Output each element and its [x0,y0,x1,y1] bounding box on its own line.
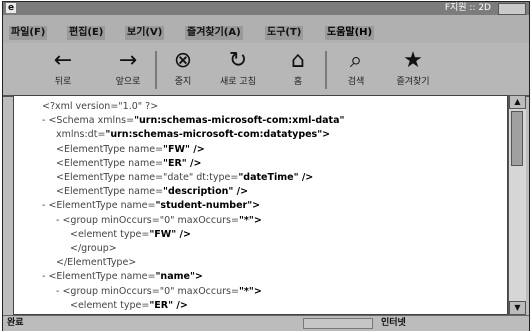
menu-tools[interactable]: 도구(T) [265,26,304,40]
menu-favorites[interactable]: 즐겨찾기(A) [185,26,243,40]
stop-button[interactable]: ⊗ 중지 [163,48,203,92]
app-icon: e [6,3,16,13]
xml-line-value: "FW" /> [163,143,205,155]
scroll-up-icon[interactable]: ▲ [509,95,526,109]
xml-line-text: <element type= [70,299,150,311]
xml-line-text: </group> [70,243,117,254]
stop-icon: ⊗ [173,48,193,73]
xml-line-value: "urn:schemas-microsoft-com:datatypes"> [105,129,331,141]
refresh-label: 새로 고침 [220,77,256,87]
home-icon: ⌂ [291,48,305,73]
forward-arrow-icon: → [118,48,138,73]
xml-line-value: "name"> [155,271,203,283]
favorites-button[interactable]: ★ 즐겨찾기 [393,48,433,92]
xml-line-value: "urn:schemas-microsoft-com:xml-data" [134,115,345,127]
xml-line-value: "dateTime" /> [238,172,314,183]
xml-line-text: xmlns:dt= [56,129,106,141]
toolbar: ← 뒤로 → 앞으로 ⊗ 중지 ↻ 새로 고침 ⌂ 홈 ⌕ 검색 ★ 즐겨찾기 [3,43,529,97]
vertical-scrollbar[interactable]: ▲ ▼ [508,95,526,315]
xml-line-text: <ElementType name= [56,186,164,198]
xml-line-value: "description" /> [163,186,249,198]
xml-line-text: <ElementType name= [56,143,164,155]
xml-line-text: </ElementType> [56,257,137,269]
home-label: 홈 [293,77,303,87]
xml-line: <?xml version="1.0" ?> [42,100,158,114]
xml-line-text: - <ElementType name= [42,271,156,283]
window-controls[interactable] [498,3,526,15]
xml-line: - <ElementType name="student-number"> [42,199,260,213]
xml-line-text: - <ElementType name= [42,200,156,212]
toolbar-separator [325,51,327,89]
search-icon: ⌕ [349,48,363,73]
xml-line-text: <ElementType name="date" dt:type= [56,172,239,183]
menu-file[interactable]: 파일(F) [9,26,48,40]
xml-line-value: "*"> [238,214,262,226]
toolbar-separator [155,51,157,89]
xml-line: </ElementType> [56,256,136,270]
status-bar: 완료 인터넷 [3,315,529,331]
xml-line: - <group minOccurs="0" maxOccurs="*"> [56,285,262,299]
status-text: 완료 [7,318,24,328]
menu-help[interactable]: 도움말(H) [325,26,375,40]
menu-edit[interactable]: 편집(E) [67,26,106,40]
xml-line: <element type="FW" /> [70,228,191,242]
xml-line: <element type="ER" /> [70,299,188,313]
xml-line: </group> [70,242,117,256]
xml-line-text: - <Schema xmlns= [42,115,135,127]
refresh-icon: ↻ [228,48,248,73]
browser-window: e F지원 :: 2D 파일(F) 편집(E) 보기(V) 즐겨찾기(A) 도구… [2,1,530,331]
xml-line-text: <element type= [70,228,150,240]
back-label: 뒤로 [54,77,72,87]
xml-line-value: "student-number"> [155,200,261,212]
back-button[interactable]: ← 뒤로 [43,48,83,92]
xml-line: - <Schema xmlns="urn:schemas-microsoft-c… [42,114,344,128]
scroll-thumb[interactable] [511,111,523,166]
search-label: 검색 [347,77,365,87]
search-button[interactable]: ⌕ 검색 [336,48,376,92]
xml-line: xmlns:dt="urn:schemas-microsoft-com:data… [56,128,330,142]
xml-line: <ElementType name="ER" /> [56,157,202,171]
xml-line: <ElementType name="date" dt:type="dateTi… [56,171,313,185]
xml-line: <ElementType name="description" /> [56,185,248,199]
xml-line-text: <?xml version="1.0" ?> [42,101,159,112]
xml-document-view[interactable]: <?xml version="1.0" ?> - <Schema xmlns="u… [13,95,508,315]
forward-label: 앞으로 [115,77,141,87]
xml-line-text: <ElementType name= [56,157,164,169]
xml-line: <ElementType name="FW" /> [56,143,205,157]
scroll-down-icon[interactable]: ▼ [509,301,526,315]
xml-line-value: "FW" /> [149,228,191,240]
xml-line: - <group minOccurs="0" maxOccurs="*"> [56,214,262,228]
menu-bar: 파일(F) 편집(E) 보기(V) 즐겨찾기(A) 도구(T) 도움말(H) [3,15,529,43]
xml-line-value: "*"> [238,285,262,297]
refresh-button[interactable]: ↻ 새로 고침 [218,48,258,92]
menu-view[interactable]: 보기(V) [125,26,165,40]
back-arrow-icon: ← [53,48,73,73]
home-button[interactable]: ⌂ 홈 [278,48,318,92]
xml-line-text: - <group minOccurs="0" maxOccurs= [56,214,239,226]
xml-line-value: "ER" /> [163,157,202,169]
xml-line: - <ElementType name="name"> [42,270,203,284]
favorites-icon: ★ [403,48,423,73]
zone-indicator: 인터넷 [381,318,406,328]
xml-line-value: "ER" /> [149,299,188,311]
title-bar: e F지원 :: 2D [3,2,529,15]
xml-line-text: - <group minOccurs="0" maxOccurs= [56,285,239,297]
stop-label: 중지 [174,77,192,87]
window-title: F지원 :: 2D [444,3,491,13]
favorites-label: 즐겨찾기 [396,77,430,87]
status-pane [303,318,373,329]
forward-button[interactable]: → 앞으로 [108,48,148,92]
